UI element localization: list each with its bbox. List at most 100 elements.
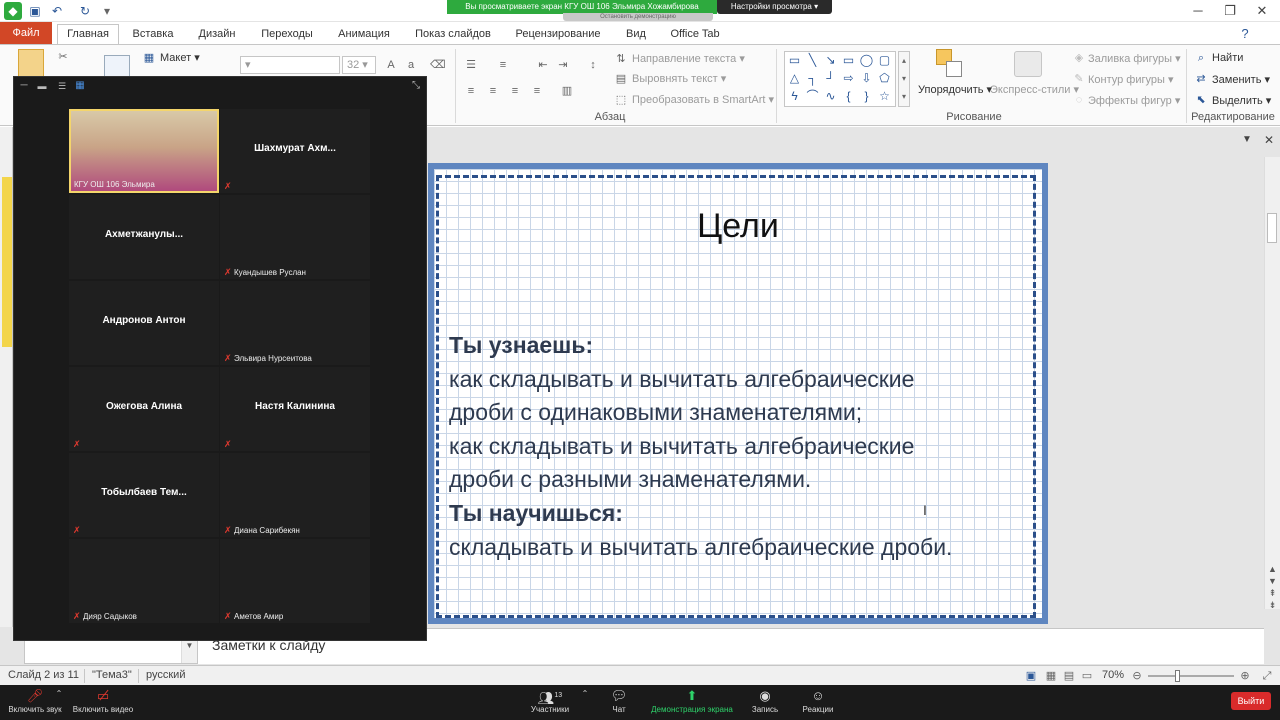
- save-icon[interactable]: ▣: [26, 2, 44, 20]
- participant-tile[interactable]: Диана Сарибекян ✗: [220, 453, 370, 537]
- participant-tile[interactable]: Шахмурат Ахм... ✗: [220, 109, 370, 193]
- shape-fill-button[interactable]: Заливка фигуры ▾: [1088, 52, 1181, 65]
- tab-list-icon[interactable]: ▼: [1236, 131, 1258, 149]
- view-settings-button[interactable]: Настройки просмотра ▾: [717, 0, 832, 14]
- participant-tile[interactable]: Андронов Антон: [69, 281, 219, 365]
- numbering-icon[interactable]: ≡: [496, 59, 510, 71]
- text-direction-button[interactable]: Направление текста ▾: [632, 52, 745, 65]
- qat-customize-icon[interactable]: ▾: [98, 2, 116, 20]
- slideshow-view-icon[interactable]: ▭: [1080, 670, 1094, 682]
- leave-button[interactable]: Выйти: [1231, 692, 1271, 710]
- undo-icon[interactable]: ↶: [48, 2, 66, 20]
- vertical-scrollbar[interactable]: ▲ ▼ ⇞ ⇟: [1264, 157, 1280, 610]
- right-arrow-icon[interactable]: ⇨: [841, 72, 856, 85]
- text-box-icon[interactable]: ▭: [787, 54, 802, 67]
- record-button[interactable]: ◉ Запись: [748, 685, 782, 720]
- select-button[interactable]: Выделить ▾: [1212, 94, 1271, 107]
- quick-styles-button[interactable]: Экспресс-стили ▾: [990, 83, 1079, 96]
- triangle-icon[interactable]: △: [787, 72, 802, 85]
- zoom-level[interactable]: 70%: [1102, 669, 1124, 681]
- zoom-out-icon[interactable]: ⊖: [1130, 670, 1144, 682]
- gallery-view-icon[interactable]: ▦: [72, 77, 88, 95]
- fit-to-window-icon[interactable]: ⤢: [1260, 670, 1274, 682]
- zoom-slider-thumb[interactable]: [1175, 670, 1180, 682]
- participants-options-icon[interactable]: ⌃: [578, 689, 592, 701]
- tab-review[interactable]: Рецензирование: [506, 25, 610, 44]
- shrink-font-icon[interactable]: a: [404, 59, 418, 71]
- cut-icon[interactable]: ✂: [56, 51, 70, 63]
- chat-button[interactable]: 💬︎ Чат: [604, 685, 634, 720]
- audio-options-icon[interactable]: ⌃: [52, 689, 66, 701]
- tab-design[interactable]: Дизайн: [188, 25, 246, 44]
- new-slide-icon[interactable]: [104, 55, 130, 77]
- rectangle-icon[interactable]: ▭: [841, 54, 856, 67]
- slide-sorter-icon[interactable]: ▦: [1044, 670, 1058, 682]
- reading-view-icon[interactable]: ▤: [1062, 670, 1076, 682]
- language-indicator[interactable]: русский: [146, 669, 185, 681]
- increase-indent-icon[interactable]: ⇥: [556, 59, 570, 71]
- shape-effects-button[interactable]: Эффекты фигур ▾: [1088, 94, 1180, 107]
- justify-icon[interactable]: ≡: [530, 85, 544, 97]
- speaker-view-icon[interactable]: ▬: [34, 77, 50, 95]
- tab-home[interactable]: Главная: [57, 24, 119, 44]
- exit-fullscreen-icon[interactable]: ⤡: [408, 77, 424, 95]
- normal-view-icon[interactable]: ▣: [1024, 670, 1038, 682]
- tab-animation[interactable]: Анимация: [328, 25, 400, 44]
- brace-right-icon[interactable]: }: [859, 90, 874, 103]
- slide-body-text[interactable]: Ты узнаешь: как складывать и вычитать алг…: [449, 329, 1039, 564]
- font-name-field[interactable]: ▾: [240, 56, 340, 74]
- line-icon[interactable]: ╲: [805, 54, 820, 67]
- pentagon-icon[interactable]: ⬠: [877, 72, 892, 85]
- scroll-thumb[interactable]: [1267, 213, 1277, 243]
- arc-icon[interactable]: ⌒: [805, 90, 820, 103]
- paste-icon[interactable]: [18, 49, 44, 79]
- rounded-rect-icon[interactable]: ▢: [877, 54, 892, 67]
- gallery-scroll-icon[interactable]: ▴ ▾ ▾: [898, 51, 910, 107]
- slide-thumbnail-selected[interactable]: [2, 177, 12, 347]
- participant-tile[interactable]: Тобылбаев Тем... ✗: [69, 453, 219, 537]
- slide-title[interactable]: Цели: [434, 207, 1042, 246]
- minimize-gallery-icon[interactable]: ─: [16, 77, 32, 95]
- redo-icon[interactable]: ↻: [76, 2, 94, 20]
- font-size-field[interactable]: 32 ▾: [342, 56, 376, 74]
- columns-icon[interactable]: ▥: [560, 85, 574, 97]
- down-arrow-icon[interactable]: ⇩: [859, 72, 874, 85]
- participant-tile[interactable]: КГУ ОШ 106 Эльмира: [69, 109, 219, 193]
- brace-left-icon[interactable]: {: [841, 90, 856, 103]
- tab-transitions[interactable]: Переходы: [252, 25, 322, 44]
- restore-icon[interactable]: ❐: [1217, 2, 1243, 20]
- zoom-in-icon[interactable]: ⊕: [1238, 670, 1252, 682]
- participant-tile[interactable]: Дияр Садыков ✗: [69, 539, 219, 623]
- participants-button[interactable]: 👥︎13 Участники: [526, 685, 574, 720]
- align-right-icon[interactable]: ≡: [508, 85, 522, 97]
- start-video-button[interactable]: ▭̸ Включить видео: [70, 685, 136, 720]
- oval-icon[interactable]: ◯: [859, 54, 874, 67]
- close-icon[interactable]: ✕: [1249, 2, 1275, 20]
- help-icon[interactable]: ?: [1232, 25, 1258, 43]
- layout-button[interactable]: Макет ▾: [160, 51, 200, 64]
- grow-font-icon[interactable]: A: [384, 59, 398, 71]
- bullets-icon[interactable]: ☰: [464, 59, 478, 71]
- tab-file[interactable]: Файл: [0, 22, 52, 44]
- align-text-button[interactable]: Выровнять текст ▾: [632, 72, 726, 85]
- tab-slideshow[interactable]: Показ слайдов: [406, 25, 500, 44]
- shapes-gallery[interactable]: ▭ ╲ ↘ ▭ ◯ ▢ △ ┐ ┘ ⇨ ⇩ ⬠ ϟ ⌒ ∿ { } ☆: [784, 51, 896, 107]
- align-center-icon[interactable]: ≡: [486, 85, 500, 97]
- zoom-slider-track[interactable]: [1148, 670, 1234, 682]
- share-screen-button[interactable]: ⬆ Демонстрация экрана: [648, 685, 736, 720]
- clear-format-icon[interactable]: ⌫: [430, 59, 446, 71]
- convert-smartart-button[interactable]: Преобразовать в SmartArt ▾: [632, 93, 774, 106]
- elbow-arrow-icon[interactable]: ┘: [823, 72, 838, 85]
- reactions-button[interactable]: ☺ Реакции: [798, 685, 838, 720]
- arrange-button[interactable]: Упорядочить ▾: [918, 83, 992, 96]
- tab-close-icon[interactable]: ✕: [1258, 131, 1280, 149]
- participant-tile[interactable]: Ожегова Алина ✗: [69, 367, 219, 451]
- shape-outline-button[interactable]: Контур фигуры ▾: [1088, 73, 1174, 86]
- line-spacing-icon[interactable]: ↕: [586, 59, 600, 71]
- align-left-icon[interactable]: ≡: [464, 85, 478, 97]
- tab-view[interactable]: Вид: [616, 25, 656, 44]
- tab-insert[interactable]: Вставка: [124, 25, 182, 44]
- wave-icon[interactable]: ∿: [823, 90, 838, 103]
- participant-tile[interactable]: Ахметжанулы...: [69, 195, 219, 279]
- star-icon[interactable]: ☆: [877, 90, 892, 103]
